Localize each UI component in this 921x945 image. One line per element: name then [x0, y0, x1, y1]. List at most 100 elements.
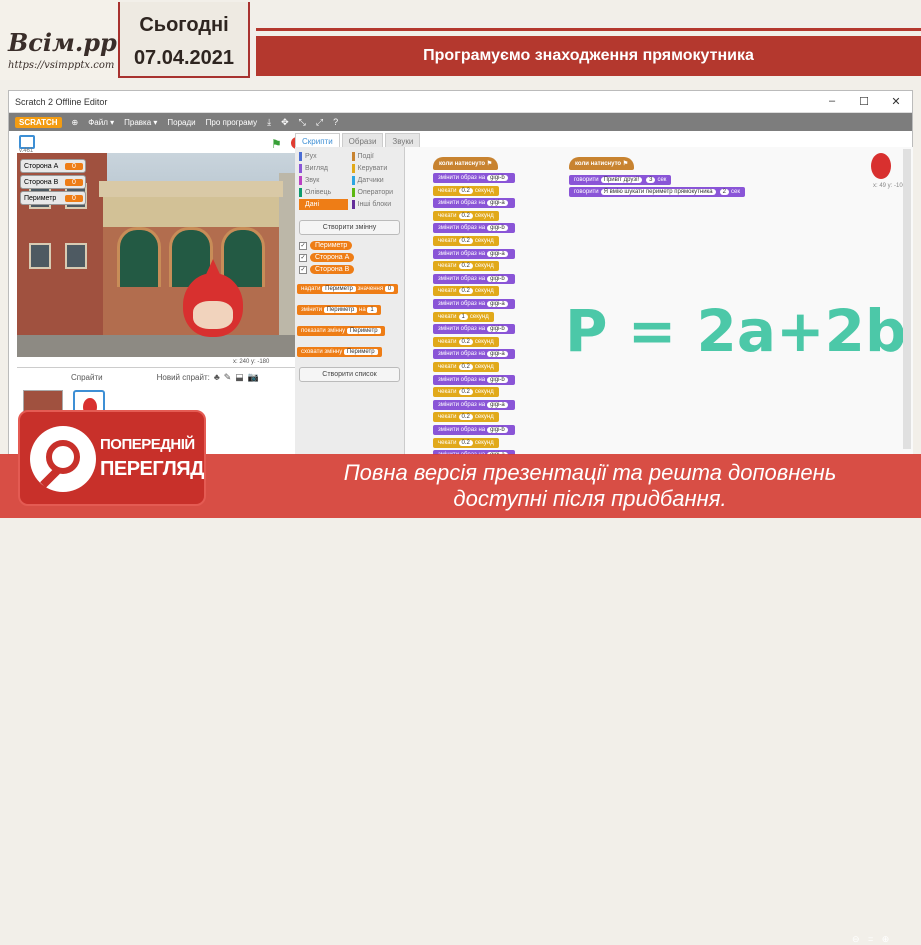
wait-block[interactable]: чекати 0.2 секунд [433, 236, 499, 246]
paint-icon[interactable]: ✎ [224, 372, 232, 383]
category-item[interactable]: Олівець [299, 187, 348, 198]
block-arg[interactable]: gigi-b [487, 427, 508, 433]
category-item[interactable]: Інші блоки [351, 199, 401, 210]
block-arg[interactable]: 0.2 [458, 338, 473, 345]
category-item[interactable]: Події [351, 151, 401, 162]
variable-checkbox[interactable]: ✓ [299, 241, 307, 250]
maximize-button[interactable]: ☐ [848, 95, 880, 108]
menu-edit[interactable]: Правка ▾ [124, 118, 157, 127]
zoom-controls[interactable]: ⊖ = ⊕ [852, 934, 892, 945]
block-arg[interactable]: Я вмію шукати периметр прямокутника [600, 189, 716, 195]
block-arg[interactable]: Периметр [322, 286, 356, 292]
data-block[interactable]: змінити Периметр на 1 [297, 305, 381, 315]
block-arg[interactable]: 1 [458, 313, 468, 320]
block-arg[interactable]: 0.2 [458, 414, 473, 421]
switch-costume-block[interactable]: змінити образ на gigi-b [433, 425, 515, 435]
switch-costume-block[interactable]: змінити образ наgigi-a [433, 349, 515, 360]
shrink-icon[interactable]: ⤢ [316, 117, 323, 128]
switch-costume-block[interactable]: змінити образ на gigi-b [433, 173, 515, 183]
block-arg[interactable]: 0.2 [458, 389, 473, 396]
library-icon[interactable]: ♣ [214, 372, 220, 382]
hat-block[interactable]: коли натиснуто ⚑ [433, 157, 499, 170]
preview-badge[interactable]: ПОПЕРЕДНІЙ ПЕРЕГЛЯД [18, 410, 206, 506]
block-arg[interactable]: Периметр [323, 307, 358, 313]
wait-block[interactable]: чекати 0.2 секунд [433, 387, 499, 398]
switch-costume-block[interactable]: змінити образ на gigi-b [433, 223, 515, 234]
create-variable-button[interactable]: Створити змінну [299, 220, 400, 235]
category-item[interactable]: Рух [299, 151, 348, 162]
variable-monitor[interactable]: Периметр 0 [20, 191, 86, 205]
block-arg[interactable]: gigi-b [487, 225, 508, 232]
duplicate-icon[interactable]: ⤓ [267, 117, 271, 128]
block-arg[interactable]: 0.2 [458, 238, 473, 244]
block-value[interactable]: 1 [367, 307, 377, 313]
wait-block[interactable]: чекати 1 секунд [433, 311, 494, 322]
block-arg[interactable]: Привіт друзі! [600, 177, 643, 183]
switch-costume-block[interactable]: змінити образ наgigi-a [433, 399, 515, 410]
data-block[interactable]: показати змінну Периметр [297, 326, 385, 336]
variable-checkbox[interactable]: ✓ [299, 265, 307, 274]
green-flag-icon[interactable]: ⚑ [271, 137, 282, 151]
block-arg[interactable]: gigi-a [487, 351, 508, 358]
block-arg[interactable]: gigi-a [487, 200, 508, 207]
block-arg[interactable]: 0.2 [458, 439, 473, 446]
wait-block[interactable]: чекати 0.2 секунд [433, 412, 499, 423]
hat-block[interactable]: коли натиснуто ⚑ [569, 157, 635, 170]
block-value[interactable]: 0 [384, 286, 395, 292]
close-button[interactable]: ✕ [880, 95, 912, 108]
category-item[interactable]: Датчики [351, 175, 401, 186]
upload-icon[interactable]: ⬓ [235, 372, 244, 383]
wait-block[interactable]: чекати 0.2 секунд [433, 362, 499, 372]
variable-block[interactable]: Сторона В [310, 265, 355, 274]
block-number[interactable]: 3 [646, 177, 656, 183]
camera-icon[interactable]: 📷 [248, 372, 259, 383]
switch-costume-block[interactable]: змінити образ наgigi-a [433, 299, 515, 309]
block-arg[interactable]: gigi-b [487, 175, 508, 181]
create-list-button[interactable]: Створити список [299, 367, 400, 382]
block-arg[interactable]: 0.2 [458, 187, 473, 194]
block-arg[interactable]: gigi-b [487, 326, 508, 333]
minimize-button[interactable]: – [816, 95, 848, 108]
globe-icon[interactable]: ⊕ [72, 118, 79, 127]
switch-costume-block[interactable]: змінити образ на gigi-b [433, 273, 515, 284]
block-number[interactable]: 2 [719, 189, 729, 195]
data-block[interactable]: сховати змінну Периметр [297, 347, 382, 357]
block-arg[interactable]: 0.2 [458, 263, 473, 270]
scrollbar[interactable] [903, 149, 911, 449]
switch-costume-block[interactable]: змінити образ на gigi-b [433, 374, 515, 385]
variable-monitor[interactable]: Сторона В 0 [20, 175, 86, 189]
fullscreen-button[interactable] [19, 135, 35, 149]
wait-block[interactable]: чекати 0.2 секунд [433, 210, 499, 221]
category-item[interactable]: Звук [299, 175, 348, 186]
delete-icon[interactable]: ✥ [281, 117, 289, 128]
block-arg[interactable]: Периметр [346, 328, 381, 334]
switch-costume-block[interactable]: змінити образ наgigi-a [433, 198, 515, 209]
wait-block[interactable]: чекати 0.2 секунд [433, 261, 499, 272]
wait-block[interactable]: чекати 0.2 секунд [433, 336, 499, 347]
block-arg[interactable]: gigi-b [487, 376, 508, 383]
wait-block[interactable]: чекати 0.2 секунд [433, 437, 499, 448]
block-arg[interactable]: gigi-a [487, 401, 508, 408]
switch-costume-block[interactable]: змінити образ на gigi-b [433, 324, 515, 335]
menu-tips[interactable]: Поради [167, 118, 195, 127]
help-icon[interactable]: ? [333, 117, 338, 127]
block-arg[interactable]: 0.2 [458, 212, 473, 219]
variable-block[interactable]: Сторона А [310, 253, 355, 262]
category-item[interactable]: Оператори [351, 187, 401, 198]
block-arg[interactable]: 0.2 [458, 364, 473, 370]
scratch-logo[interactable]: SCRATCH [15, 116, 62, 128]
variable-checkbox[interactable]: ✓ [299, 253, 307, 262]
say-block[interactable]: говорити Привіт друзі! 3 сек [569, 175, 672, 185]
menu-file[interactable]: Файл ▾ [88, 118, 114, 127]
block-arg[interactable]: gigi-a [487, 301, 508, 307]
category-item[interactable]: Дані [299, 199, 348, 210]
say-block[interactable]: говорити Я вмію шукати периметр прямокутн… [569, 187, 745, 197]
variable-block[interactable]: Периметр [310, 241, 353, 250]
block-arg[interactable]: Периметр [343, 349, 378, 355]
block-arg[interactable]: 0.2 [458, 288, 473, 295]
script-area[interactable]: коли натиснуто ⚑ змінити образ на gigi-b че… [405, 147, 913, 455]
switch-costume-block[interactable]: змінити образ наgigi-a [433, 248, 515, 259]
grow-icon[interactable]: ⤡ [299, 117, 306, 128]
category-item[interactable]: Керувати [351, 163, 401, 174]
stage[interactable]: Сторона А 0 Сторона В 0 Периметр 0 [17, 153, 313, 357]
